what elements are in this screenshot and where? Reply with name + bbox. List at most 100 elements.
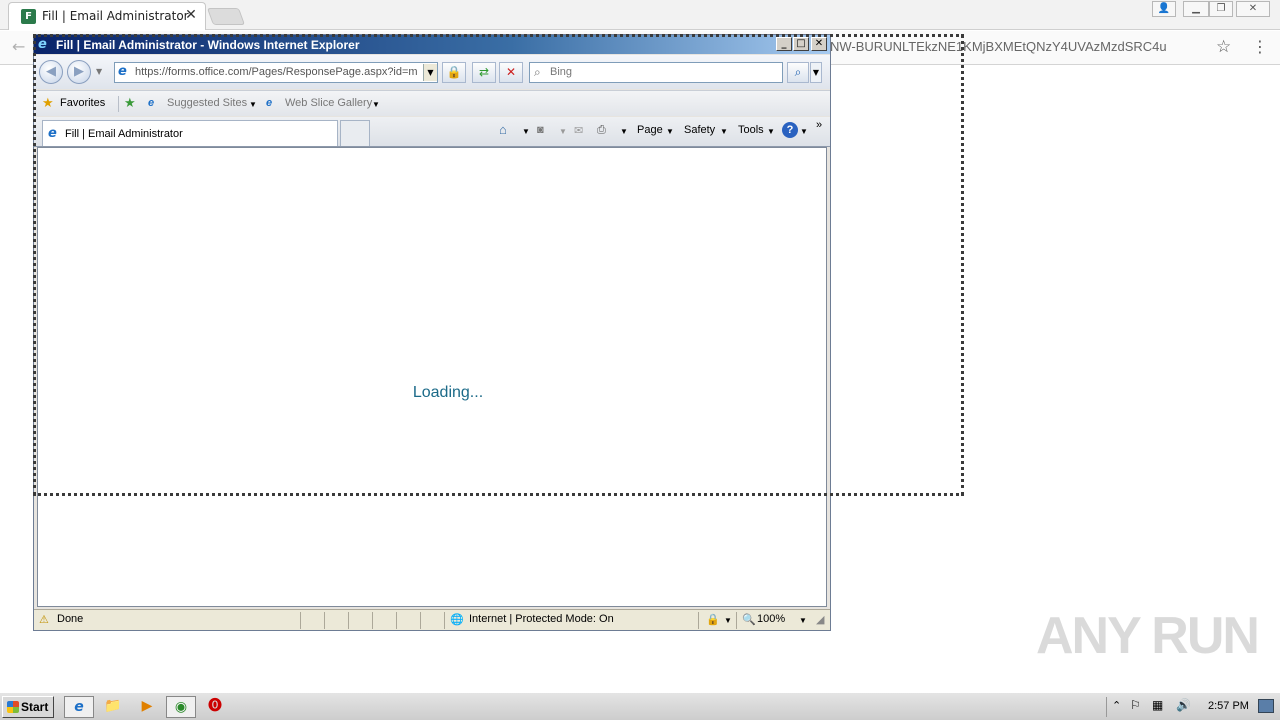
refresh-icon[interactable]: ⇄	[472, 62, 496, 83]
show-desktop-icon[interactable]	[1258, 699, 1274, 713]
ie-address-bar[interactable]: e https://forms.office.com/Pages/Respons…	[114, 62, 438, 83]
taskbar: Start e 📁 ▶ ◉ ⓿ ⌃ ⚐ ▦ 🔊 2:57 PM	[0, 692, 1280, 720]
chevron-down-icon[interactable]: ▼	[522, 127, 530, 136]
clock[interactable]: 2:57 PM	[1208, 700, 1249, 712]
chrome-address-text[interactable]: NW-BURUNLTEkzNE1KMjBXMEtQNzY4UVAzMzdSRC4…	[830, 39, 1167, 54]
ie-search-input[interactable]: Bing	[550, 66, 572, 78]
address-dropdown-icon[interactable]: ▼	[423, 64, 437, 81]
chevron-down-icon[interactable]: ▼	[620, 127, 628, 136]
chrome-tab[interactable]: F Fill | Email Administrator ✕	[8, 2, 206, 30]
ie-forward-icon[interactable]: ▶	[67, 60, 91, 84]
print-icon[interactable]: ⎙	[597, 124, 606, 137]
add-favorites-icon[interactable]: ★	[124, 95, 136, 111]
ie-history-dropdown-icon[interactable]: ▼	[96, 67, 102, 76]
protected-mode-lock-icon[interactable]: 🔒	[706, 613, 720, 629]
chevron-down-icon[interactable]: ▼	[559, 127, 567, 136]
status-divider	[396, 612, 397, 629]
forms-favicon-icon: F	[21, 9, 36, 24]
resize-grip-icon[interactable]: ◢	[816, 613, 824, 629]
chevron-down-icon[interactable]: ▼	[799, 616, 807, 632]
home-icon[interactable]: ⌂	[499, 122, 507, 137]
zoom-level[interactable]: 100%	[757, 613, 785, 629]
taskbar-media-player-icon[interactable]: ▶	[132, 696, 162, 718]
web-slice-gallery-link[interactable]: Web Slice Gallery	[285, 97, 372, 109]
chevron-down-icon[interactable]: ▼	[800, 127, 808, 136]
suggested-sites-link[interactable]: Suggested Sites	[167, 97, 247, 109]
taskbar-stop-icon[interactable]: ⓿	[200, 696, 230, 718]
tools-menu[interactable]: Tools	[738, 124, 764, 136]
network-icon[interactable]: ▦	[1152, 698, 1163, 712]
lock-icon[interactable]: 🔒	[442, 62, 466, 83]
ie-window-title: Fill | Email Administrator - Windows Int…	[56, 38, 360, 52]
chevron-down-icon[interactable]: ▼	[767, 127, 775, 136]
new-tab-button[interactable]	[206, 8, 246, 25]
status-divider	[698, 612, 699, 629]
chrome-menu-icon[interactable]: ⋮	[1252, 37, 1268, 56]
status-divider	[736, 612, 737, 629]
status-text: Done	[57, 613, 84, 625]
minimize-icon[interactable]: ▁	[1183, 1, 1209, 17]
chevron-down-icon[interactable]: ▼	[666, 127, 674, 136]
ie-window: e Fill | Email Administrator - Windows I…	[33, 34, 831, 631]
taskbar-chrome-icon[interactable]: ◉	[166, 696, 196, 718]
security-zone-text[interactable]: Internet | Protected Mode: On	[469, 613, 614, 629]
chevron-down-icon[interactable]: ▼	[249, 100, 257, 109]
tray-expand-icon[interactable]: ⌃	[1112, 699, 1121, 712]
ie-tab[interactable]: e Fill | Email Administrator	[42, 120, 338, 146]
bookmark-star-icon[interactable]: ☆	[1216, 37, 1231, 57]
windows-logo-icon	[7, 701, 19, 713]
search-go-icon[interactable]: ⌕	[787, 62, 809, 83]
chevron-down-icon[interactable]: ▼	[372, 100, 380, 109]
ie-search-box[interactable]: ⌕ Bing	[529, 62, 783, 83]
status-divider	[324, 612, 325, 629]
status-divider	[420, 612, 421, 629]
ie-address-input[interactable]: https://forms.office.com/Pages/ResponseP…	[135, 66, 417, 78]
profile-icon[interactable]: 👤	[1152, 1, 1176, 17]
ie-favorites-bar: ★ Favorites ★ e Suggested Sites ▼ e Web …	[34, 90, 830, 116]
status-divider	[300, 612, 301, 629]
safety-menu[interactable]: Safety	[684, 124, 715, 136]
ie-close-icon[interactable]: ✕	[811, 37, 827, 51]
status-divider	[444, 612, 445, 629]
close-tab-icon[interactable]: ✕	[183, 7, 199, 23]
taskbar-explorer-icon[interactable]: 📁	[98, 696, 128, 718]
status-divider	[348, 612, 349, 629]
stop-icon[interactable]: ✕	[499, 62, 523, 83]
ie-page-icon: e	[118, 64, 127, 79]
ie-logo-icon: e	[38, 37, 47, 52]
help-icon[interactable]: ?	[782, 122, 798, 138]
back-arrow-icon[interactable]: ←	[12, 37, 32, 57]
ie-content-area[interactable]: Loading...	[37, 147, 827, 607]
anyrun-watermark: ANY RUN	[1036, 607, 1260, 665]
chevron-down-icon[interactable]: ▼	[720, 127, 728, 136]
ie-tab-row: e Fill | Email Administrator ⌂ ▼ ◙ ▼ ✉ ⎙…	[34, 117, 830, 147]
chevron-down-icon[interactable]: ▼	[724, 616, 732, 632]
chevron-right-double-icon[interactable]: »	[816, 119, 822, 131]
feeds-icon[interactable]: ◙	[537, 124, 544, 136]
ie-back-icon[interactable]: ◀	[39, 60, 63, 84]
suggested-sites-icon: e	[148, 97, 155, 109]
ie-minimize-icon[interactable]: _	[776, 37, 792, 51]
ie-status-bar: ⚠ Done 🌐 Internet | Protected Mode: On 🔒…	[34, 609, 830, 630]
favorites-button[interactable]: Favorites	[60, 97, 105, 109]
warning-icon: ⚠	[39, 614, 49, 626]
ie-navigation-bar: ◀ ▶ ▼ e https://forms.office.com/Pages/R…	[34, 55, 830, 89]
tray-divider	[1106, 697, 1107, 717]
restore-icon[interactable]: ❐	[1209, 1, 1233, 17]
search-options-dropdown-icon[interactable]: ▼	[810, 62, 822, 83]
web-slice-icon: e	[266, 97, 273, 109]
ie-title-bar[interactable]: e Fill | Email Administrator - Windows I…	[34, 35, 830, 54]
ie-maximize-icon[interactable]: □	[793, 37, 809, 51]
mail-icon[interactable]: ✉	[574, 124, 583, 137]
taskbar-ie-icon[interactable]: e	[64, 696, 94, 718]
globe-icon: 🌐	[450, 614, 464, 626]
action-center-flag-icon[interactable]: ⚐	[1130, 698, 1141, 712]
close-window-icon[interactable]: ✕	[1236, 1, 1270, 17]
ie-tab-page-icon: e	[48, 126, 57, 141]
volume-icon[interactable]: 🔊	[1176, 698, 1191, 712]
loading-text: Loading...	[412, 384, 484, 401]
bing-search-icon: ⌕	[534, 65, 541, 79]
ie-new-tab-button[interactable]	[340, 120, 370, 146]
page-menu[interactable]: Page	[637, 124, 663, 136]
start-button[interactable]: Start	[2, 696, 54, 718]
